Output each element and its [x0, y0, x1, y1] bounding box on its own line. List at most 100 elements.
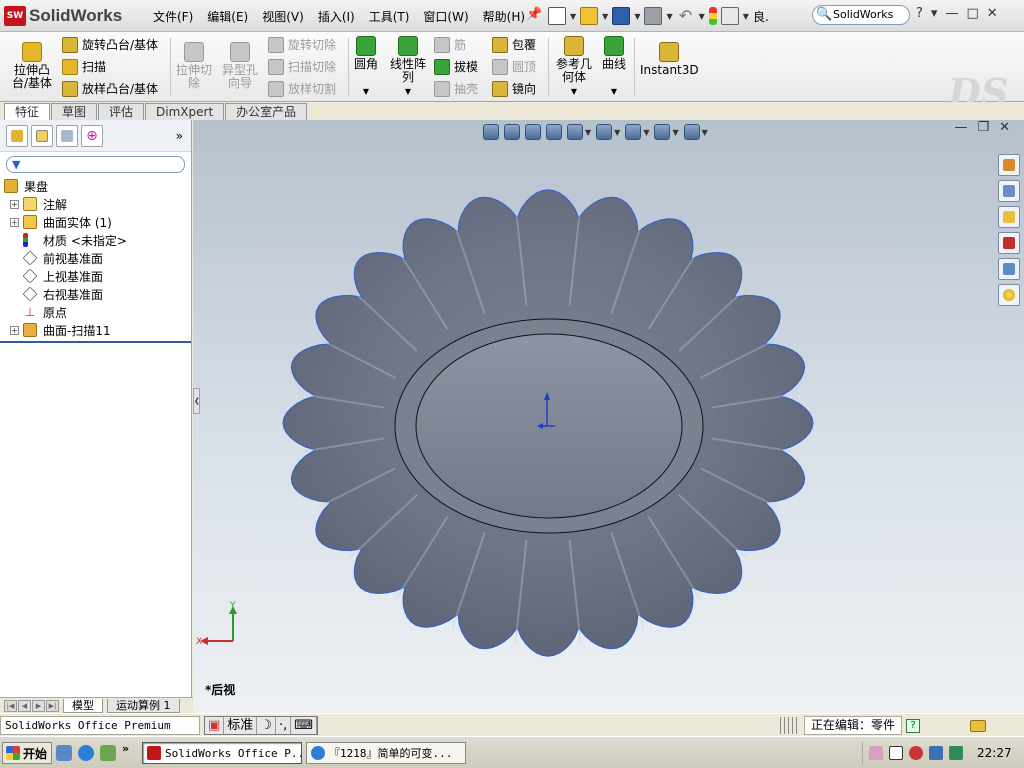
- view-orientation-icon[interactable]: [567, 124, 583, 140]
- graphics-area[interactable]: Y X ▼ ▼ ▼ ▼ ▼ — ❐ ✕ *后视 ❮: [193, 120, 1024, 713]
- doc-minimize-icon[interactable]: —: [954, 120, 967, 135]
- print-icon[interactable]: [644, 7, 663, 25]
- property-manager-tab[interactable]: [31, 124, 53, 147]
- first-tab-icon[interactable]: |◀: [4, 699, 17, 712]
- fillet-dropdown-icon[interactable]: ▼: [354, 85, 378, 98]
- pin-menu-icon[interactable]: 📌: [526, 7, 542, 22]
- options-dropdown-icon[interactable]: ▼: [743, 12, 749, 21]
- tab-sketch[interactable]: 草图: [51, 103, 98, 120]
- view-settings-icon[interactable]: [683, 124, 700, 140]
- save-icon[interactable]: [612, 7, 631, 25]
- linear-pattern-button[interactable]: 线性阵 列 ▼: [390, 36, 426, 98]
- hide-show-dropdown-icon[interactable]: ▼: [643, 128, 649, 137]
- ime-keyboard-icon[interactable]: ⌨: [291, 717, 317, 734]
- menu-view[interactable]: 视图(V): [255, 8, 311, 25]
- view-settings-dropdown-icon[interactable]: ▼: [702, 128, 708, 137]
- close-icon[interactable]: ✕: [987, 6, 998, 21]
- sweep-cut-button[interactable]: 扫描切除: [268, 58, 336, 75]
- sweep-button[interactable]: 扫描: [62, 58, 106, 75]
- curves-dropdown-icon[interactable]: ▼: [602, 85, 626, 98]
- view-orientation-dropdown-icon[interactable]: ▼: [585, 128, 591, 137]
- security-shield-icon[interactable]: [909, 746, 923, 760]
- quick-launch-more-icon[interactable]: »: [122, 742, 129, 761]
- last-tab-icon[interactable]: ▶|: [46, 699, 59, 712]
- design-library-tab[interactable]: [998, 180, 1020, 202]
- menu-insert[interactable]: 插入(I): [311, 8, 362, 25]
- zoom-to-area-icon[interactable]: [504, 124, 520, 140]
- extrude-cut-button[interactable]: 拉伸切 除: [176, 42, 212, 90]
- configuration-manager-tab[interactable]: [56, 124, 78, 147]
- view-palette-tab[interactable]: [998, 258, 1020, 280]
- menu-file[interactable]: 文件(F): [146, 8, 200, 25]
- tab-features[interactable]: 特征: [4, 103, 51, 120]
- extrude-boss-button[interactable]: 拉伸凸 台/基体: [12, 42, 52, 90]
- media-player-icon[interactable]: [100, 745, 116, 761]
- open-dropdown-icon[interactable]: ▼: [602, 12, 608, 21]
- prev-tab-icon[interactable]: ◀: [18, 699, 31, 712]
- options-icon[interactable]: [720, 7, 739, 25]
- volume-icon[interactable]: [949, 746, 963, 760]
- ime-fullwidth-icon[interactable]: ☽: [257, 717, 276, 734]
- expand-icon[interactable]: +: [10, 325, 19, 335]
- save-dropdown-icon[interactable]: ▼: [634, 12, 640, 21]
- ime-tray-icon[interactable]: [869, 746, 883, 760]
- ime-punctuation-icon[interactable]: ·,: [276, 717, 292, 734]
- help-dropdown-icon[interactable]: ▾: [931, 6, 938, 21]
- reference-geometry-button[interactable]: 参考几 何体 ▼: [556, 36, 592, 98]
- more-tabs-icon[interactable]: »: [176, 129, 183, 143]
- panel-splitter-handle[interactable]: ❮: [193, 388, 200, 414]
- edit-appearance-icon[interactable]: [654, 124, 671, 140]
- loft-cut-button[interactable]: 放样切割: [268, 80, 336, 97]
- mirror-button[interactable]: 镜向: [492, 80, 536, 97]
- loft-boss-button[interactable]: 放样凸台/基体: [62, 80, 158, 97]
- file-explorer-tab[interactable]: [998, 206, 1020, 228]
- fillet-button[interactable]: 圆角 ▼: [354, 36, 378, 98]
- feature-filter-input[interactable]: ▼: [6, 156, 185, 173]
- taskbar-item-browser[interactable]: 『1218』简单的可变...: [306, 742, 466, 764]
- zoom-to-fit-icon[interactable]: [483, 124, 499, 140]
- doc-close-icon[interactable]: ✕: [999, 120, 1010, 135]
- dimxpert-manager-tab[interactable]: ⊕: [81, 124, 103, 147]
- tree-item[interactable]: + 曲面实体 (1): [4, 213, 191, 231]
- new-document-icon[interactable]: [548, 7, 566, 25]
- linear-pattern-dropdown-icon[interactable]: ▼: [390, 85, 426, 98]
- wrap-button[interactable]: 包覆: [492, 36, 536, 53]
- toolbar-overflow[interactable]: 良.: [753, 8, 769, 25]
- solidworks-logo[interactable]: SW SolidWorks: [4, 4, 122, 28]
- menu-edit[interactable]: 编辑(E): [200, 8, 255, 25]
- new-dropdown-icon[interactable]: ▼: [570, 12, 576, 21]
- feature-tree-tab[interactable]: [6, 124, 28, 147]
- tree-root-part[interactable]: 果盘: [4, 177, 191, 195]
- open-folder-icon[interactable]: [580, 7, 599, 25]
- tab-evaluate[interactable]: 评估: [98, 103, 145, 120]
- rollback-bar[interactable]: [0, 341, 191, 343]
- tree-item[interactable]: + 曲面-扫描11: [4, 321, 191, 339]
- ime-logo-icon[interactable]: ▣: [205, 717, 225, 734]
- appearances-tab[interactable]: [998, 284, 1020, 306]
- ime-mode[interactable]: 标准: [224, 717, 258, 734]
- undo-icon[interactable]: ↶: [677, 7, 695, 25]
- previous-view-icon[interactable]: [525, 124, 541, 140]
- appearance-dropdown-icon[interactable]: ▼: [672, 128, 678, 137]
- undo-dropdown-icon[interactable]: ▼: [699, 12, 705, 21]
- tree-item[interactable]: + 注解: [4, 195, 191, 213]
- show-desktop-icon[interactable]: [56, 745, 72, 761]
- curves-button[interactable]: 曲线 ▼: [602, 36, 626, 98]
- tab-office-products[interactable]: 办公室产品: [225, 103, 308, 120]
- dome-button[interactable]: 圆顶: [492, 58, 536, 75]
- display-style-icon[interactable]: [596, 124, 613, 140]
- expand-icon[interactable]: +: [10, 199, 19, 209]
- reference-geometry-dropdown-icon[interactable]: ▼: [556, 85, 592, 98]
- menu-window[interactable]: 窗口(W): [416, 8, 475, 25]
- doc-restore-icon[interactable]: ❐: [977, 120, 989, 135]
- tab-motion-study[interactable]: 运动算例 1: [107, 698, 180, 713]
- tree-item[interactable]: 上视基准面: [4, 267, 191, 285]
- expand-icon[interactable]: +: [10, 217, 19, 227]
- network-icon[interactable]: [929, 746, 943, 760]
- tag-icon[interactable]: [970, 719, 987, 732]
- tree-item[interactable]: 右视基准面: [4, 285, 191, 303]
- tab-dimxpert[interactable]: DimXpert: [145, 103, 225, 120]
- print-dropdown-icon[interactable]: ▼: [666, 12, 672, 21]
- solidworks-resources-tab[interactable]: [998, 154, 1020, 176]
- shell-button[interactable]: 抽壳: [434, 80, 478, 97]
